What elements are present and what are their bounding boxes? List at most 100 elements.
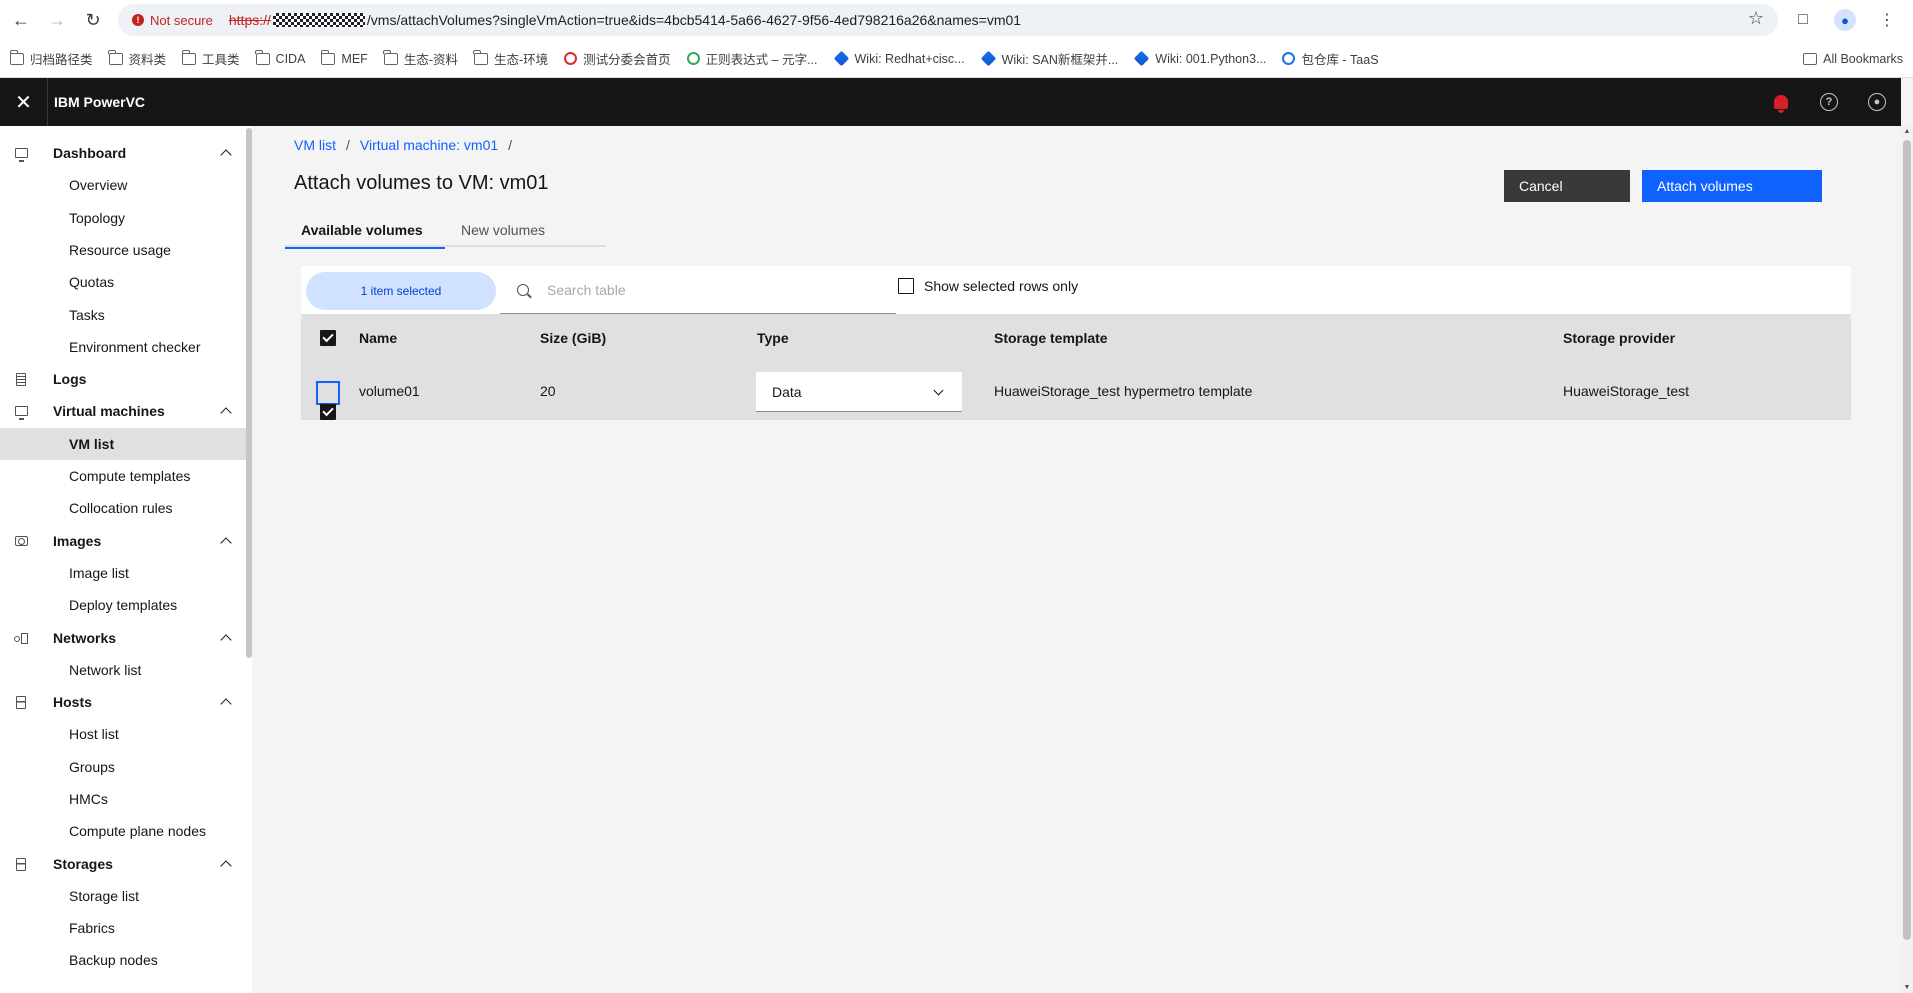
type-select[interactable]: Data bbox=[756, 372, 962, 412]
column-name[interactable]: Name bbox=[359, 330, 397, 346]
bookmark-item[interactable]: 工具类 bbox=[181, 49, 240, 68]
browser-toolbar: ← → ↻ ! Not secure https:// /vms/attachV… bbox=[0, 0, 1913, 40]
chevron-up-icon[interactable] bbox=[220, 537, 232, 549]
chevron-up-icon[interactable] bbox=[220, 149, 232, 161]
bookmark-label: 工具类 bbox=[202, 53, 240, 67]
table-row[interactable]: volume01 20 Data HuaweiStorage_test hype… bbox=[301, 362, 1851, 420]
bookmark-item[interactable]: Wiki: SAN新框架并... bbox=[980, 49, 1118, 68]
bookmark-label: 包仓库 - TaaS bbox=[1301, 53, 1379, 67]
sidenav-category-networks[interactable]: Networks bbox=[0, 622, 246, 654]
monitor-icon-shape bbox=[14, 148, 28, 162]
bookmark-item[interactable]: 正则表达式 – 元字... bbox=[686, 49, 818, 68]
bookmark-item[interactable]: 生态-环境 bbox=[473, 49, 548, 68]
search-input[interactable] bbox=[547, 281, 847, 298]
volume-tabs: Available volumes New volumes bbox=[285, 213, 606, 249]
sidenav-category-virtual-machines[interactable]: Virtual machines bbox=[0, 395, 246, 427]
product-name[interactable]: IBM PowerVC bbox=[48, 94, 145, 110]
bookmark-item[interactable]: MEF bbox=[320, 49, 368, 66]
row-checkbox-focus[interactable] bbox=[316, 381, 340, 420]
sidenav-item-tasks[interactable]: Tasks bbox=[0, 299, 246, 331]
help-button[interactable]: ? bbox=[1805, 78, 1853, 126]
server-icon-shape bbox=[16, 695, 26, 709]
reload-icon[interactable]: ↻ bbox=[78, 5, 108, 35]
app-header: ✕ IBM PowerVC ? ● bbox=[0, 78, 1901, 126]
attach-volumes-button[interactable]: Attach volumes bbox=[1642, 170, 1822, 202]
sidenav-item-environment-checker[interactable]: Environment checker bbox=[0, 331, 246, 363]
sidenav-category-label: Dashboard bbox=[53, 145, 127, 161]
sidenav-category-dashboard[interactable]: Dashboard bbox=[0, 137, 246, 169]
back-arrow-icon[interactable]: ← bbox=[6, 5, 36, 35]
chevron-up-icon[interactable] bbox=[220, 860, 232, 872]
sidenav-category-storages[interactable]: Storages bbox=[0, 848, 246, 880]
bookmark-item[interactable]: 测试分委会首页 bbox=[564, 49, 671, 68]
profile-button[interactable]: ● bbox=[1829, 4, 1861, 36]
sidenav-item-collocation-rules[interactable]: Collocation rules bbox=[0, 492, 246, 524]
user-button[interactable]: ● bbox=[1853, 78, 1901, 126]
cancel-button[interactable]: Cancel bbox=[1504, 170, 1630, 202]
sidenav-item-image-list[interactable]: Image list bbox=[0, 557, 246, 589]
url-text[interactable]: https:// /vms/attachVolumes?singleVmActi… bbox=[229, 12, 1021, 28]
sidenav-item-hmcs[interactable]: HMCs bbox=[0, 783, 246, 815]
sidenav-item-topology[interactable]: Topology bbox=[0, 202, 246, 234]
extensions-icon[interactable]: □ bbox=[1787, 4, 1819, 36]
page-scrollbar[interactable]: ▲ ▼ bbox=[1901, 126, 1913, 993]
bookmark-item[interactable]: 归档路径类 bbox=[9, 49, 93, 68]
bookmarks-bar: 归档路径类 资料类 工具类 CIDA MEF 生态-资料 生态-环境 测试分委会首页 正则表达式… bbox=[0, 40, 1913, 78]
bookmark-item[interactable]: 资料类 bbox=[108, 49, 166, 68]
chevron-up-icon[interactable] bbox=[220, 698, 232, 710]
sidenav-item-resource-usage[interactable]: Resource usage bbox=[0, 234, 246, 266]
sidenav-item-overview[interactable]: Overview bbox=[0, 169, 246, 201]
sidenav-scrollbar[interactable] bbox=[246, 128, 252, 658]
site-favicon-icon bbox=[564, 52, 578, 65]
wiki-diamond-icon bbox=[833, 50, 849, 67]
help-icon: ? bbox=[1820, 93, 1838, 111]
column-type[interactable]: Type bbox=[757, 330, 789, 346]
row-checkbox[interactable] bbox=[320, 404, 336, 420]
address-bar[interactable]: ! Not secure https:// /vms/attachVolumes… bbox=[118, 4, 1778, 36]
sidenav-category-hosts[interactable]: Hosts bbox=[0, 686, 246, 718]
scroll-up-icon[interactable]: ▲ bbox=[1901, 128, 1913, 135]
breadcrumb-vm01[interactable]: Virtual machine: vm01 bbox=[360, 137, 498, 153]
sidenav-item-compute-templates[interactable]: Compute templates bbox=[0, 460, 246, 492]
search-box[interactable] bbox=[500, 266, 896, 314]
sidenav-item-host-list[interactable]: Host list bbox=[0, 718, 246, 750]
breadcrumb-vm-list[interactable]: VM list bbox=[294, 137, 336, 153]
column-storage-template[interactable]: Storage template bbox=[994, 330, 1108, 346]
browser-menu-icon[interactable]: ⋮ bbox=[1871, 4, 1903, 36]
sidenav-category-images[interactable]: Images bbox=[0, 525, 246, 557]
sidenav-item-backup-nodes[interactable]: Backup nodes bbox=[0, 944, 246, 976]
chevron-up-icon[interactable] bbox=[220, 634, 232, 646]
sidenav-item-quotas[interactable]: Quotas bbox=[0, 266, 246, 298]
bookmark-item[interactable]: Wiki: 001.Python3... bbox=[1134, 50, 1266, 67]
bookmark-item[interactable]: 包仓库 - TaaS bbox=[1282, 49, 1379, 68]
show-selected-checkbox[interactable] bbox=[898, 278, 914, 294]
bookmark-item[interactable]: CIDA bbox=[255, 49, 305, 66]
sidenav-item-vm-list[interactable]: VM list bbox=[0, 428, 246, 460]
sidenav-category-logs[interactable]: Logs bbox=[0, 363, 246, 395]
scrollbar-thumb[interactable] bbox=[1903, 140, 1911, 940]
column-storage-provider[interactable]: Storage provider bbox=[1563, 330, 1675, 346]
sidenav-item-compute-plane-nodes[interactable]: Compute plane nodes bbox=[0, 815, 246, 847]
tab-new-volumes[interactable]: New volumes bbox=[445, 213, 561, 247]
sidenav-item-network-list[interactable]: Network list bbox=[0, 654, 246, 686]
tab-available-volumes[interactable]: Available volumes bbox=[285, 213, 445, 249]
all-bookmarks-button[interactable]: All Bookmarks bbox=[1803, 40, 1903, 78]
sidenav-item-fabrics[interactable]: Fabrics bbox=[0, 912, 246, 944]
select-all-checkbox[interactable] bbox=[320, 330, 336, 346]
scroll-down-icon[interactable]: ▼ bbox=[1901, 984, 1913, 991]
forward-arrow-icon[interactable]: → bbox=[42, 5, 72, 35]
bookmark-star-icon[interactable]: ☆ bbox=[1748, 8, 1764, 29]
security-chip[interactable]: ! Not secure bbox=[122, 7, 223, 33]
show-selected-toggle[interactable]: Show selected rows only bbox=[898, 278, 1078, 294]
wiki-diamond-icon bbox=[1134, 50, 1150, 67]
network-icon bbox=[14, 631, 28, 645]
column-size[interactable]: Size (GiB) bbox=[540, 330, 606, 346]
close-menu-icon[interactable]: ✕ bbox=[0, 78, 48, 126]
sidenav-item-deploy-templates[interactable]: Deploy templates bbox=[0, 589, 246, 621]
notification-button[interactable] bbox=[1757, 78, 1805, 126]
sidenav-item-groups[interactable]: Groups bbox=[0, 751, 246, 783]
sidenav-item-storage-list[interactable]: Storage list bbox=[0, 880, 246, 912]
bookmark-item[interactable]: 生态-资料 bbox=[383, 49, 458, 68]
bookmark-item[interactable]: Wiki: Redhat+cisc... bbox=[833, 50, 965, 67]
chevron-up-icon[interactable] bbox=[220, 407, 232, 419]
